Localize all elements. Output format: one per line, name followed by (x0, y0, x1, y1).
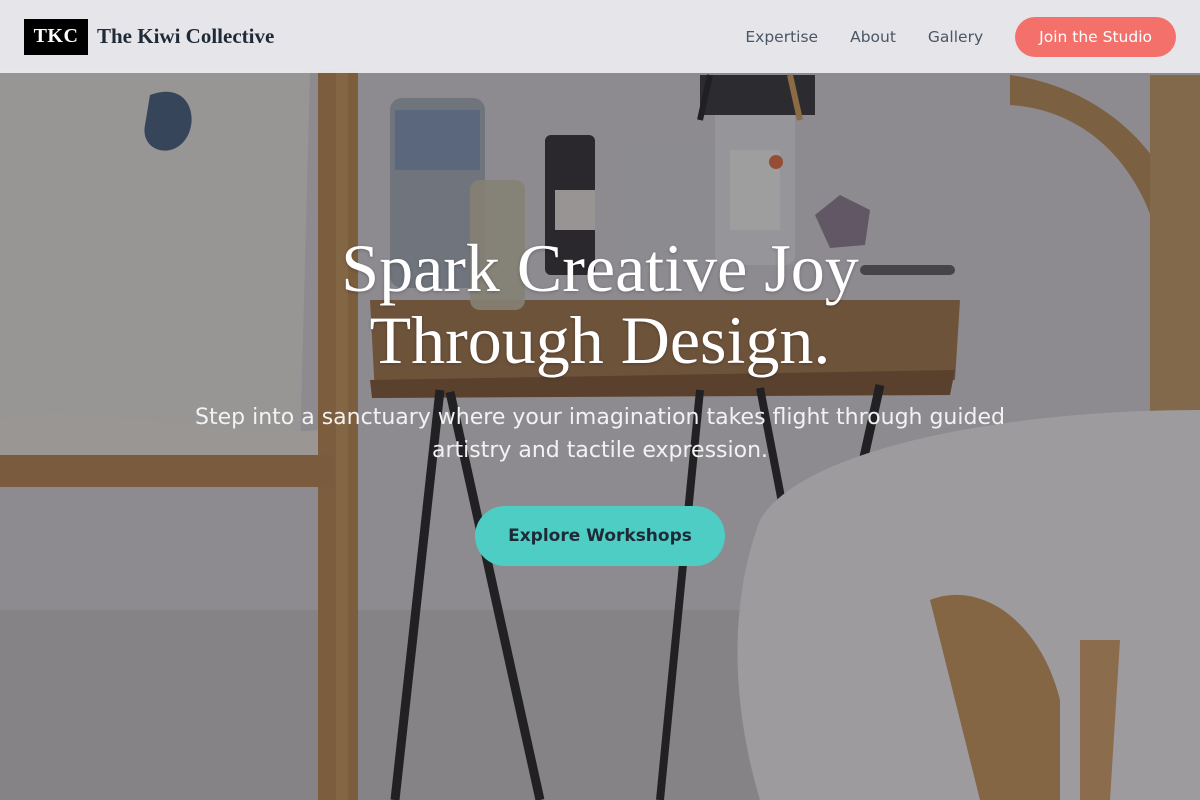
headline-line-1: Spark Creative Joy (341, 230, 859, 306)
join-studio-button[interactable]: Join the Studio (1015, 16, 1176, 57)
hero-headline: Spark Creative Joy Through Design. (100, 232, 1100, 376)
brand[interactable]: TKC The Kiwi Collective (24, 18, 274, 55)
brand-name[interactable]: The Kiwi Collective (97, 24, 274, 49)
hero-content: Spark Creative Joy Through Design. Step … (0, 0, 1200, 800)
main-nav: Expertise About Gallery Join the Studio (745, 16, 1176, 57)
nav-link-gallery[interactable]: Gallery (928, 28, 983, 46)
hero-subtitle: Step into a sanctuary where your imagina… (170, 401, 1030, 467)
explore-workshops-button[interactable]: Explore Workshops (475, 506, 725, 566)
nav-link-expertise[interactable]: Expertise (745, 28, 818, 46)
site-header: TKC The Kiwi Collective Expertise About … (0, 0, 1200, 73)
nav-link-about[interactable]: About (850, 28, 896, 46)
headline-line-2: Through Design. (369, 302, 831, 378)
logo[interactable]: TKC (24, 18, 88, 55)
subtitle-line-1: Step into a sanctuary where your imagina… (195, 405, 1005, 430)
subtitle-line-2: artistry and tactile expression. (431, 438, 769, 463)
